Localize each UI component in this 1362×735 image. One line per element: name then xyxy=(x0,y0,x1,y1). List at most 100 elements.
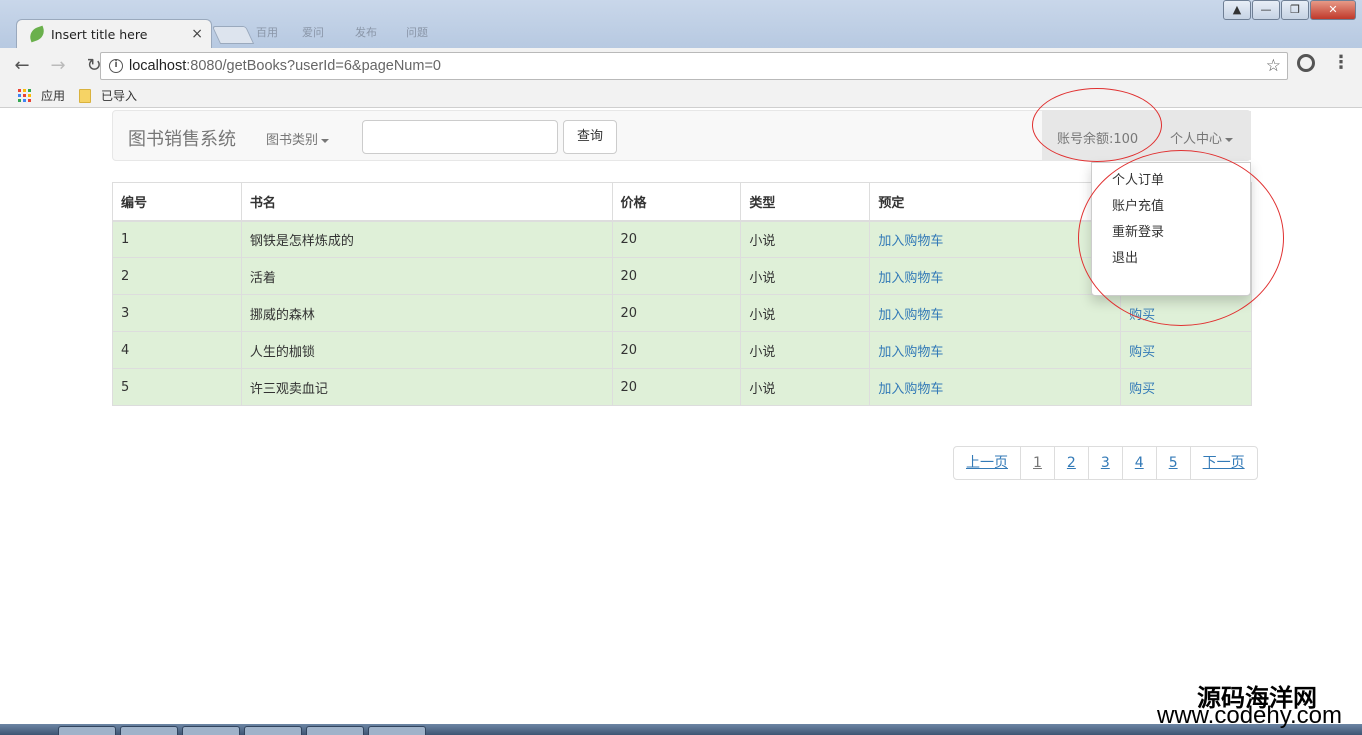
page-content: 图书销售系统 图书类别 查询 账号余额:100 个人中心 个人订单 账户充值 重… xyxy=(0,109,1362,724)
category-dropdown[interactable]: 图书类别 xyxy=(266,129,330,148)
menu-item-logout[interactable]: 退出 xyxy=(1092,246,1250,272)
table-row: 1 钢铁是怎样炼成的 20 小说 加入购物车 购买 xyxy=(112,220,1252,258)
add-to-cart-link[interactable]: 加入购物车 xyxy=(878,345,943,360)
page-link[interactable]: 1 xyxy=(1020,446,1055,480)
taskbar-button[interactable] xyxy=(306,726,364,735)
column-header: 编号 xyxy=(112,182,242,222)
column-header: 价格 xyxy=(611,182,742,222)
cell-name: 挪威的森林 xyxy=(240,294,613,332)
prev-page-button[interactable]: 上一页 xyxy=(953,446,1021,480)
spring-leaf-icon xyxy=(27,25,47,43)
buy-link[interactable]: 购买 xyxy=(1129,308,1155,323)
page-link[interactable]: 5 xyxy=(1155,446,1191,480)
site-navbar: 图书销售系统 图书类别 查询 账号余额:100 个人中心 xyxy=(112,110,1251,161)
personal-center-menu: 个人订单 账户充值 重新登录 退出 xyxy=(1091,162,1251,296)
address-bar[interactable]: i localhost:8080/getBooks?userId=6&pageN… xyxy=(100,52,1288,80)
bookmarks-bar: 应用 已导入 xyxy=(0,84,1362,108)
caret-down-icon xyxy=(1225,137,1234,142)
bookmark-imported[interactable]: 已导入 xyxy=(101,87,137,104)
account-balance: 账号余额:100 xyxy=(1057,132,1139,147)
table-row: 3 挪威的森林 20 小说 加入购物车 购买 xyxy=(112,294,1252,332)
table-row: 4 人生的枷锁 20 小说 加入购物车 购买 xyxy=(112,331,1252,369)
apps-grid-icon[interactable] xyxy=(18,89,31,102)
cell-name: 活着 xyxy=(240,257,613,295)
cell-name: 钢铁是怎样炼成的 xyxy=(240,220,613,258)
browser-menu-icon[interactable]: ⋮ xyxy=(1332,52,1350,73)
table-row: 5 许三观卖血记 20 小说 加入购物车 购买 xyxy=(112,368,1252,406)
page-link[interactable]: 2 xyxy=(1053,446,1089,480)
menu-item-orders[interactable]: 个人订单 xyxy=(1092,168,1250,194)
taskbar-button[interactable] xyxy=(182,726,240,735)
folder-icon xyxy=(79,88,92,103)
navbar-right-open: 账号余额:100 个人中心 xyxy=(1042,111,1251,160)
maximize-button[interactable]: ❐ xyxy=(1281,0,1309,20)
taskbar-button[interactable] xyxy=(368,726,426,735)
browser-tab-active[interactable]: Insert title here × xyxy=(16,19,212,48)
cell-price: 20 xyxy=(611,220,742,258)
next-page-button[interactable]: 下一页 xyxy=(1189,446,1258,480)
cell-price: 20 xyxy=(611,294,742,332)
cell-type: 小说 xyxy=(740,257,871,295)
column-header: 预定 xyxy=(869,182,1122,222)
column-header: 书名 xyxy=(240,182,613,222)
cell-price: 20 xyxy=(611,257,742,295)
browser-titlebar: Insert title here × 百用 爱问 发布 问题 ▲ — ❐ ✕ xyxy=(0,0,1362,48)
cell-type: 小说 xyxy=(740,294,871,332)
menu-item-recharge[interactable]: 账户充值 xyxy=(1092,194,1250,220)
cell-name: 许三观卖血记 xyxy=(240,368,613,406)
personal-center-dropdown[interactable]: 个人中心 xyxy=(1170,128,1234,147)
taskbar-button[interactable] xyxy=(58,726,116,735)
tab-title: Insert title here xyxy=(51,26,148,42)
ghost-tab-text: 发布 xyxy=(355,26,377,39)
table-row: 2 活着 20 小说 加入购物车 购买 xyxy=(112,257,1252,295)
tab-close-icon[interactable]: × xyxy=(191,26,203,42)
cell-id: 1 xyxy=(112,220,242,258)
search-input[interactable] xyxy=(362,120,558,154)
buy-link[interactable]: 购买 xyxy=(1129,382,1155,397)
cell-id: 5 xyxy=(112,368,242,406)
search-button[interactable]: 查询 xyxy=(563,120,617,154)
cell-type: 小说 xyxy=(740,331,871,369)
pagination: 上一页 1 2 3 4 5 下一页 xyxy=(953,446,1258,480)
cell-type: 小说 xyxy=(740,220,871,258)
caret-down-icon xyxy=(321,138,330,143)
navbar-brand[interactable]: 图书销售系统 xyxy=(128,125,236,151)
ghost-tab-text: 爱问 xyxy=(302,26,324,39)
taskbar-button[interactable] xyxy=(244,726,302,735)
cell-price: 20 xyxy=(611,331,742,369)
taskbar-button[interactable] xyxy=(120,726,178,735)
buy-link[interactable]: 购买 xyxy=(1129,345,1155,360)
add-to-cart-link[interactable]: 加入购物车 xyxy=(878,308,943,323)
forward-button[interactable]: → xyxy=(44,52,72,80)
browser-toolbar: ← → ↻ i localhost:8080/getBooks?userId=6… xyxy=(0,48,1362,84)
url-text: localhost:8080/getBooks?userId=6&pageNum… xyxy=(129,58,441,74)
watermark-url: www.codehy.com xyxy=(1157,702,1342,729)
close-window-button[interactable]: ✕ xyxy=(1310,0,1356,20)
ghost-tab-text: 问题 xyxy=(406,26,428,39)
cell-id: 4 xyxy=(112,331,242,369)
cell-name: 人生的枷锁 xyxy=(240,331,613,369)
add-to-cart-link[interactable]: 加入购物车 xyxy=(878,382,943,397)
menu-item-relogin[interactable]: 重新登录 xyxy=(1092,220,1250,246)
cell-price: 20 xyxy=(611,368,742,406)
bookmark-apps[interactable]: 应用 xyxy=(41,87,65,104)
add-to-cart-link[interactable]: 加入购物车 xyxy=(878,271,943,286)
bookmark-star-icon[interactable]: ☆ xyxy=(1266,56,1281,76)
back-button[interactable]: ← xyxy=(8,52,36,80)
site-info-icon[interactable]: i xyxy=(109,59,123,73)
new-tab-button[interactable] xyxy=(211,26,255,44)
cell-id: 3 xyxy=(112,294,242,332)
page-link[interactable]: 4 xyxy=(1121,446,1157,480)
books-table: 编号 书名 价格 类型 预定 1 钢铁是怎样炼成的 20 小说 加入购物车 购买… xyxy=(112,182,1252,406)
add-to-cart-link[interactable]: 加入购物车 xyxy=(878,234,943,249)
window-controls: ▲ — ❐ ✕ xyxy=(1222,0,1356,20)
page-link[interactable]: 3 xyxy=(1087,446,1123,480)
user-icon[interactable]: ▲ xyxy=(1223,0,1251,20)
extension-icon[interactable] xyxy=(1297,54,1315,72)
table-header-row: 编号 书名 价格 类型 预定 xyxy=(112,182,1252,222)
cell-type: 小说 xyxy=(740,368,871,406)
column-header: 类型 xyxy=(740,182,871,222)
ghost-tab-text: 百用 xyxy=(256,26,278,39)
cell-id: 2 xyxy=(112,257,242,295)
minimize-button[interactable]: — xyxy=(1252,0,1280,20)
